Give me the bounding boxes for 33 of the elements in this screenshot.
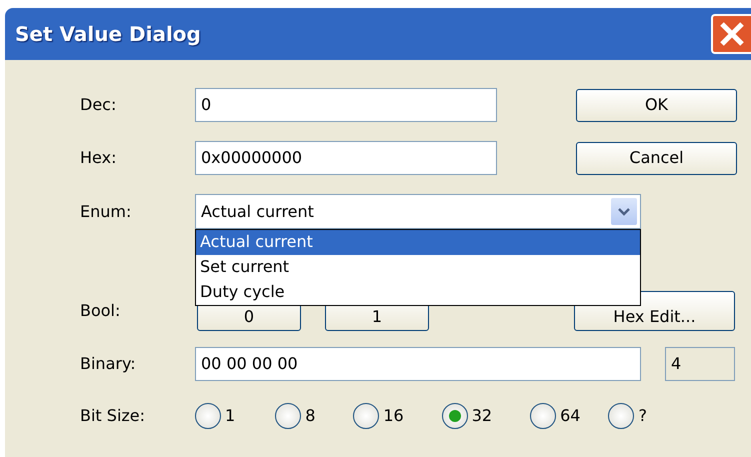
- radio-button[interactable]: [530, 403, 556, 429]
- window-title: Set Value Dialog: [15, 21, 201, 48]
- ok-button[interactable]: OK: [576, 88, 737, 122]
- field-label: Dec:: [80, 94, 118, 116]
- radio-button[interactable]: [608, 403, 634, 429]
- radio-label: 8: [305, 405, 316, 427]
- input-field[interactable]: 0x00000000: [195, 141, 497, 175]
- radio-label: 16: [383, 405, 404, 427]
- chevron-down-icon: [618, 208, 630, 216]
- field-label: Bool:: [80, 300, 122, 322]
- radio-button[interactable]: [275, 403, 302, 429]
- field-label: Enum:: [80, 200, 132, 222]
- dropdown-arrow-button[interactable]: [611, 198, 637, 225]
- dropdown-option[interactable]: Actual current: [196, 230, 640, 255]
- field-label: Bit Size:: [80, 405, 146, 427]
- input-field[interactable]: 00 00 00 00: [195, 347, 641, 381]
- input-field[interactable]: 0: [195, 88, 497, 122]
- dropdown-option[interactable]: Set current: [196, 255, 640, 280]
- size-field: 4: [665, 347, 735, 381]
- radio-label: 32: [472, 405, 492, 427]
- radio-button[interactable]: [442, 403, 468, 429]
- radio-button[interactable]: [195, 403, 221, 429]
- radio-label: 1: [225, 405, 236, 427]
- radio-label: ?: [638, 405, 647, 427]
- field-label: Binary:: [80, 353, 137, 375]
- close-icon: [719, 21, 745, 47]
- cancel-button[interactable]: Cancel: [576, 142, 737, 174]
- radio-label: 64: [560, 405, 580, 427]
- close-button[interactable]: [711, 14, 751, 54]
- radio-button[interactable]: [353, 403, 380, 429]
- dropdown-value: Actual current: [201, 200, 314, 222]
- dropdown[interactable]: Actual current: [195, 194, 641, 229]
- field-label: Hex:: [80, 147, 118, 169]
